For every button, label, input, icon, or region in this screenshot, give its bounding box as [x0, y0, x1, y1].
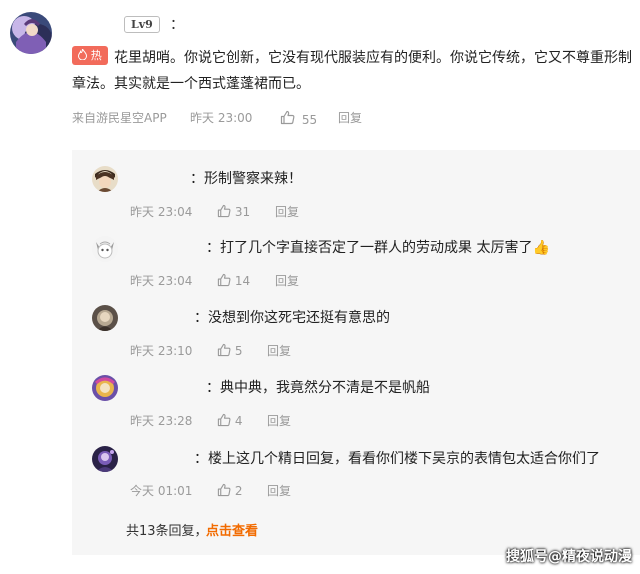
user-avatar[interactable]	[10, 12, 52, 54]
comment-time: 昨天 23:00	[190, 111, 253, 125]
username-separator: ：	[206, 380, 220, 396]
like-count: 14	[234, 274, 251, 288]
reply-time: 昨天 23:04	[130, 274, 193, 288]
reply-button[interactable]: 回复	[267, 483, 291, 499]
reply-text: ：楼上这几个精日回复，看看你们楼下吴京的表情包太适合你们了	[194, 450, 600, 468]
reply-content: 典中典，我竟然分不清是不是帆船	[220, 380, 430, 396]
reply-button[interactable]: 回复	[267, 343, 291, 359]
reply-text: ：打了几个字直接否定了一群人的劳动成果 太厉害了👍	[206, 239, 550, 257]
reply-time: 昨天 23:04	[130, 205, 193, 219]
like-button[interactable]: 55	[280, 110, 318, 129]
reply-button[interactable]: 回复	[275, 204, 299, 220]
username-separator: ：	[190, 171, 204, 187]
like-count: 31	[234, 205, 251, 219]
reply-content: 楼上这几个精日回复，看看你们楼下吴京的表情包太适合你们了	[208, 451, 600, 467]
reply-count: 共13条回复，	[126, 524, 208, 539]
like-button[interactable]: 5	[217, 343, 242, 359]
reply-text: ：没想到你这死宅还挺有意思的	[194, 309, 390, 327]
reply-time: 昨天 23:10	[130, 344, 193, 358]
thumbs-up-icon	[217, 483, 231, 498]
like-count: 5	[234, 344, 243, 358]
reply-avatar[interactable]	[92, 236, 118, 262]
thumbs-up-icon	[217, 273, 231, 288]
username-separator: ：	[194, 451, 208, 467]
reply-time: 今天 01:01	[130, 484, 193, 498]
reply-text: ：典中典，我竟然分不清是不是帆船	[206, 379, 430, 397]
reply-avatar[interactable]	[92, 446, 118, 472]
like-button[interactable]: 4	[217, 413, 242, 429]
reply-button[interactable]: 回复	[338, 110, 362, 126]
username-separator: ：	[206, 240, 220, 256]
view-all-replies-link[interactable]: 点击查看	[206, 520, 258, 539]
reply-content: 形制警察来辣！	[204, 171, 302, 187]
thumbs-up-icon	[217, 204, 231, 219]
comment-source: 来自游民星空APP	[72, 111, 167, 125]
thumbs-up-icon	[280, 110, 295, 129]
comment-text: 花里胡哨。你说它创新，它没有现代服装应有的便利。你说它传统，它又不尊重形制章法。…	[72, 50, 632, 92]
reply-content: 没想到你这死宅还挺有意思的	[208, 310, 390, 326]
thumbs-up-icon	[217, 413, 231, 428]
reply-avatar[interactable]	[92, 166, 118, 192]
reply-avatar[interactable]	[92, 305, 118, 331]
like-count: 4	[234, 414, 243, 428]
thumbs-up-icon	[217, 343, 231, 358]
reply-avatar[interactable]	[92, 375, 118, 401]
like-button[interactable]: 14	[217, 273, 250, 289]
user-level-badge: Lv9	[124, 16, 160, 33]
watermark: 搜狐号@精夜说动漫	[506, 549, 632, 565]
like-button[interactable]: 31	[217, 204, 250, 220]
reply-content: 打了几个字直接否定了一群人的劳动成果 太厉害了👍	[220, 240, 550, 256]
reply-text: ：形制警察来辣！	[190, 170, 302, 188]
username-separator: ：	[170, 17, 184, 33]
username-separator: ：	[194, 310, 208, 326]
reply-time: 昨天 23:28	[130, 414, 193, 428]
like-count: 55	[301, 112, 318, 127]
reply-button[interactable]: 回复	[267, 413, 291, 429]
like-button[interactable]: 2	[217, 483, 242, 499]
like-count: 2	[234, 484, 243, 498]
reply-button[interactable]: 回复	[275, 273, 299, 289]
